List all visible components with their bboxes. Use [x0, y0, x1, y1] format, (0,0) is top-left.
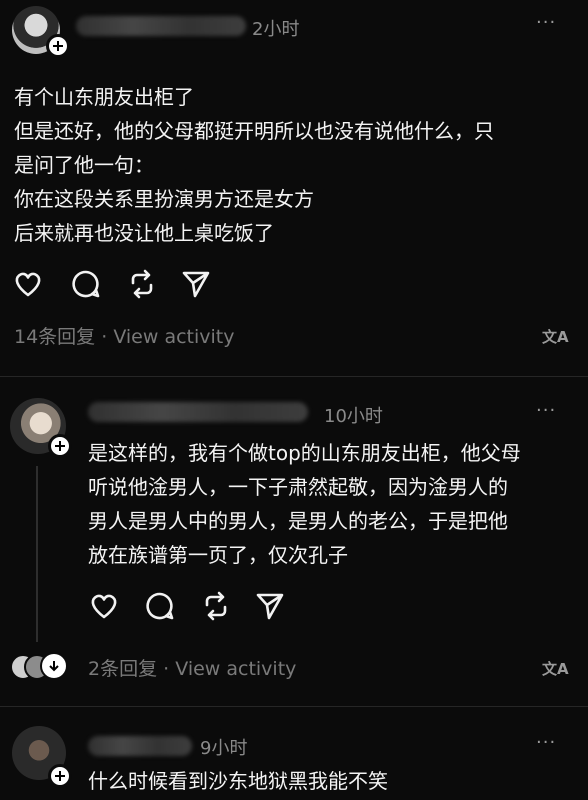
translate-icon[interactable]: 文A: [542, 658, 569, 679]
post-time: 10小时: [324, 406, 383, 427]
divider: [0, 706, 588, 707]
share-icon[interactable]: [254, 590, 286, 626]
meta-separator: ·: [101, 326, 108, 348]
post-line: 但是还好，他的父母都挺开明所以也没有说他什么，只: [14, 119, 494, 143]
post-meta: 2条回复 · View activity: [88, 654, 296, 681]
username-blurred[interactable]: [88, 402, 308, 422]
repost-icon[interactable]: [200, 590, 232, 626]
follow-plus-icon[interactable]: [48, 764, 72, 788]
post-meta: 14条回复 · View activity: [14, 322, 235, 349]
post-line: 有个山东朋友出柜了: [14, 85, 194, 109]
post-line: 后来就再也没让他上桌吃饭了: [14, 221, 274, 245]
heart-icon[interactable]: [88, 590, 120, 626]
more-options-icon[interactable]: ···: [536, 732, 556, 753]
follow-plus-icon[interactable]: [46, 34, 70, 58]
share-icon[interactable]: [180, 268, 212, 304]
heart-icon[interactable]: [12, 268, 44, 304]
post-line: 什么时候看到沙东地狱黑我能不笑: [88, 769, 388, 793]
view-activity-link[interactable]: View activity: [175, 658, 296, 680]
follow-plus-icon[interactable]: [48, 434, 72, 458]
username-blurred[interactable]: [88, 736, 192, 756]
post-line: 放在族谱第一页了，仅次孔子: [88, 543, 348, 567]
thread-line: [36, 466, 38, 642]
reply-avatar: [40, 652, 68, 680]
replies-count[interactable]: 14条回复: [14, 326, 95, 348]
translate-icon[interactable]: 文A: [542, 326, 569, 347]
comment-icon[interactable]: [144, 590, 176, 626]
post-body: 有个山东朋友出柜了 但是还好，他的父母都挺开明所以也没有说他什么，只 是问了他一…: [14, 80, 574, 250]
divider: [0, 376, 588, 377]
post-time: 9小时: [200, 738, 248, 759]
view-activity-link[interactable]: View activity: [113, 326, 234, 348]
arrow-down-icon: [49, 661, 59, 672]
meta-separator: ·: [163, 658, 170, 680]
reply-avatars[interactable]: [10, 652, 70, 680]
post-body: 什么时候看到沙东地狱黑我能不笑: [88, 764, 578, 798]
post-body: 是这样的，我有个做top的山东朋友出柜，他父母 听说他淦男人，一下子肃然起敬，因…: [88, 436, 578, 572]
post-time: 2小时: [252, 19, 300, 40]
post-line: 是这样的，我有个做top的山东朋友出柜，他父母: [88, 441, 521, 465]
replies-count[interactable]: 2条回复: [88, 658, 157, 680]
comment-icon[interactable]: [70, 268, 102, 304]
more-options-icon[interactable]: ···: [536, 400, 556, 421]
post-line: 是问了他一句：: [14, 153, 154, 177]
repost-icon[interactable]: [126, 268, 158, 304]
post-line: 你在这段关系里扮演男方还是女方: [14, 187, 314, 211]
post-line: 听说他淦男人，一下子肃然起敬，因为淦男人的: [88, 475, 508, 499]
more-options-icon[interactable]: ···: [536, 12, 556, 33]
post-line: 男人是男人中的男人，是男人的老公，于是把他: [88, 509, 508, 533]
username-blurred[interactable]: [76, 16, 246, 36]
